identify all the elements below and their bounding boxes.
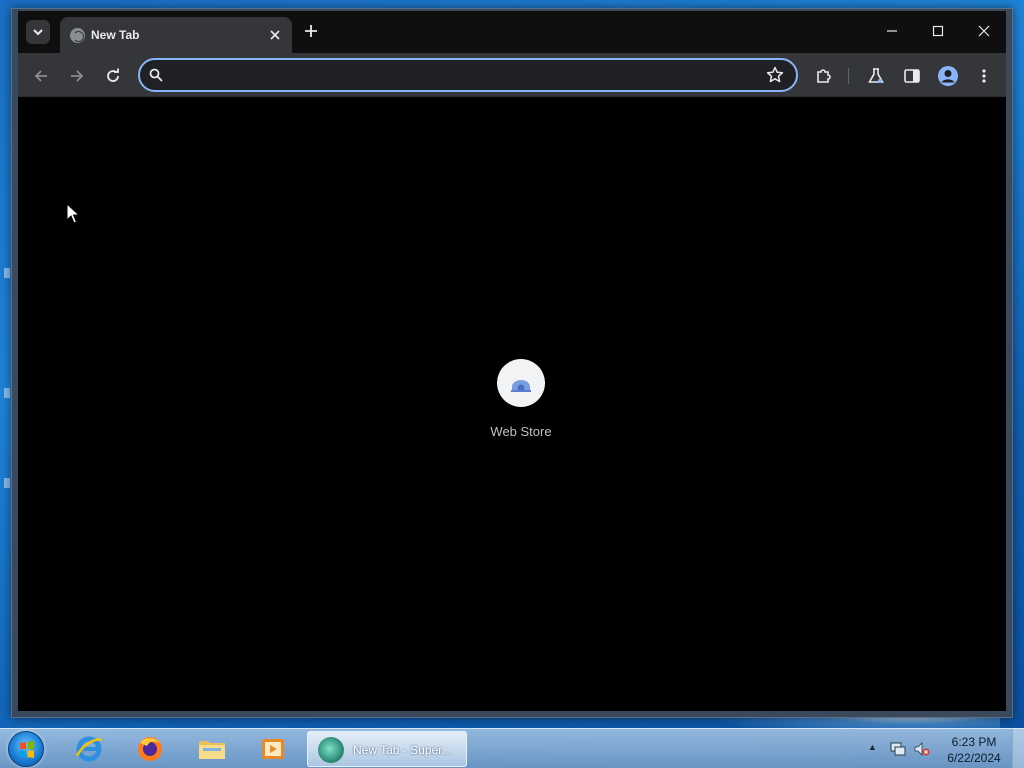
address-input[interactable] — [174, 65, 754, 85]
internet-explorer-icon — [75, 736, 102, 762]
show-hidden-icons-button[interactable]: ▲ — [868, 742, 877, 752]
mouse-cursor-icon — [66, 203, 80, 224]
tab-new-tab[interactable]: New Tab — [60, 17, 292, 53]
shortcut-title: Web Store — [490, 424, 552, 439]
tab-close-button[interactable] — [266, 26, 284, 44]
globe-icon — [70, 28, 85, 43]
star-icon[interactable] — [766, 66, 784, 84]
close-icon — [978, 25, 990, 37]
tab-strip: New Tab — [18, 11, 1006, 53]
address-bar[interactable] — [138, 58, 798, 92]
minimize-button[interactable] — [877, 19, 907, 45]
start-button[interactable] — [8, 731, 44, 767]
reload-button[interactable] — [101, 64, 125, 88]
taskbar-firefox[interactable] — [125, 732, 175, 766]
plus-icon — [305, 25, 317, 37]
taskbar-task-browser[interactable]: New Tab - Super... — [307, 731, 467, 767]
maximize-button[interactable] — [923, 19, 953, 45]
firefox-icon — [138, 737, 162, 761]
browser-app-icon — [318, 737, 344, 763]
reload-icon — [107, 68, 119, 82]
menu-button[interactable] — [972, 64, 996, 88]
forward-button[interactable] — [65, 64, 89, 88]
chevron-down-icon — [33, 29, 43, 36]
profile-button[interactable] — [936, 64, 960, 88]
extensions-button[interactable] — [812, 64, 836, 88]
taskbar-internet-explorer[interactable] — [64, 732, 114, 766]
taskbar-file-explorer[interactable] — [187, 732, 237, 766]
more-vert-icon — [982, 69, 986, 83]
windows-logo-icon — [20, 741, 34, 758]
back-button[interactable] — [29, 64, 53, 88]
store-logo-icon — [511, 380, 531, 392]
volume-muted-icon[interactable] — [914, 741, 930, 757]
web-store-icon — [497, 359, 545, 407]
close-window-button[interactable] — [969, 19, 999, 45]
taskbar-task-label: New Tab - Super... — [353, 743, 452, 757]
network-icon[interactable] — [890, 741, 906, 757]
arrow-right-icon — [71, 70, 84, 82]
puzzle-icon — [817, 69, 831, 83]
taskbar-media-player[interactable] — [248, 732, 298, 766]
flask-icon — [868, 68, 884, 83]
clock-time: 6:23 PM — [951, 735, 997, 749]
new-tab-page: Web Store — [18, 97, 1006, 711]
system-clock[interactable]: 6:23 PM 6/22/2024 — [935, 734, 1013, 766]
browser-toolbar — [18, 53, 1006, 97]
clock-date: 6/22/2024 — [947, 751, 1001, 765]
browser-window: New Tab Web Store — [11, 8, 1013, 718]
side-panel-button[interactable] — [900, 64, 924, 88]
media-player-icon — [262, 739, 284, 759]
show-desktop-button[interactable] — [1012, 729, 1024, 768]
toolbar-separator — [848, 68, 849, 84]
minimize-icon — [887, 30, 897, 32]
tab-title: New Tab — [91, 28, 140, 42]
avatar-icon — [938, 66, 958, 86]
arrow-left-icon — [34, 70, 47, 82]
tab-search-button[interactable] — [26, 20, 50, 44]
taskbar: New Tab - Super... ▲ 6:23 PM 6/22/2024 — [0, 728, 1024, 768]
maximize-icon — [932, 25, 944, 37]
folder-icon — [199, 741, 225, 759]
side-panel-icon — [904, 69, 920, 83]
search-icon — [149, 68, 163, 82]
close-icon — [270, 30, 280, 40]
new-tab-button[interactable] — [300, 21, 322, 43]
labs-button[interactable] — [864, 64, 888, 88]
shortcut-web-store[interactable]: Web Store — [466, 359, 576, 449]
